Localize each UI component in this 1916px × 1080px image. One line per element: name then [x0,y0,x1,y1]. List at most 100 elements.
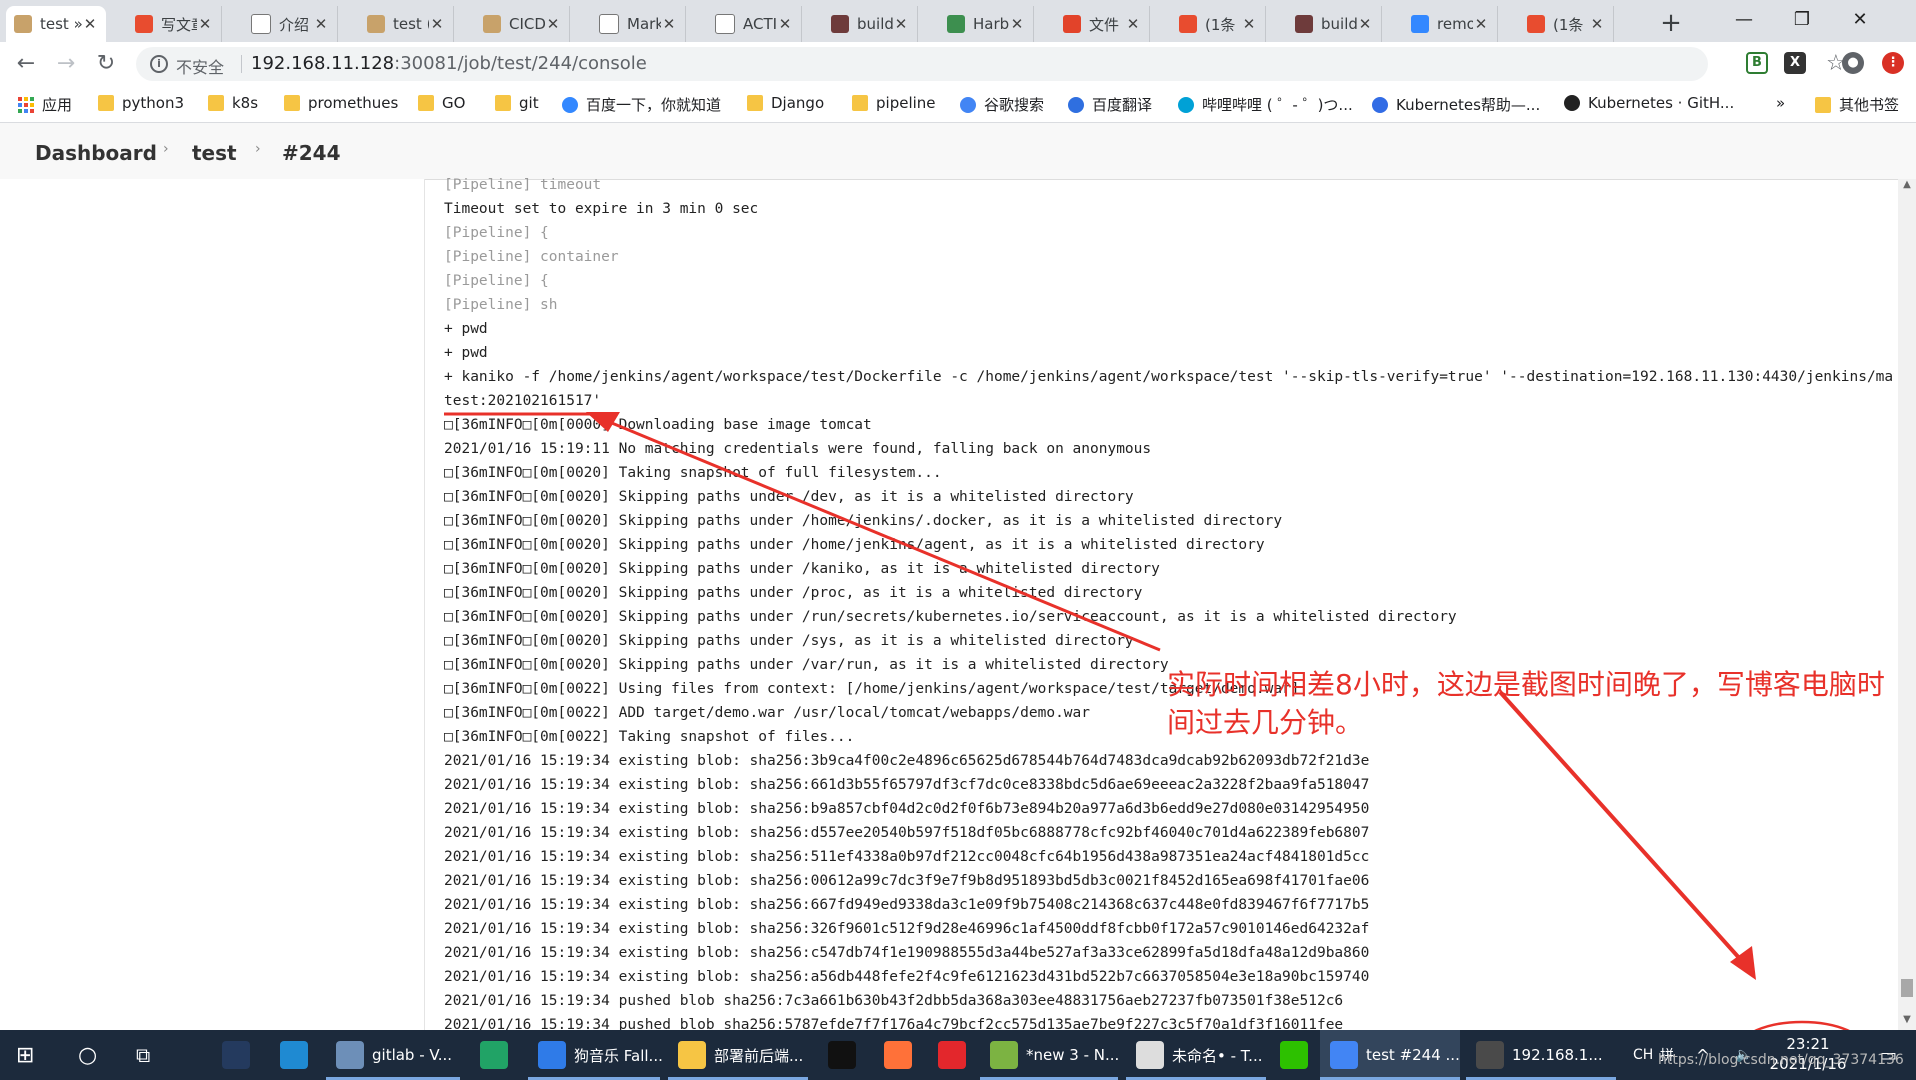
taskbar-app[interactable] [470,1030,522,1080]
extension-x-icon[interactable]: X [1784,52,1806,74]
taskbar-app[interactable]: gitlab - V... [326,1030,460,1080]
tab-close-icon[interactable]: ✕ [1241,15,1257,33]
profile-avatar-icon[interactable]: ● [1842,52,1864,74]
doc-icon [599,14,619,34]
close-window-button[interactable]: ✕ [1831,0,1889,40]
bookmark-item[interactable]: 百度翻译 [1068,94,1152,115]
taskbar-app[interactable] [874,1030,926,1080]
taskbar-app[interactable] [212,1030,264,1080]
clock-time: 23:21 [1786,1035,1830,1053]
vertical-scrollbar[interactable]: ▲ ▼ [1898,179,1916,1030]
breadcrumb-chevron-icon[interactable]: › [255,141,261,157]
tab-1[interactable]: 写文章✕ [127,6,222,42]
breadcrumb-dashboard[interactable]: Dashboard [35,141,157,165]
breadcrumb-chevron-icon[interactable]: › [163,141,169,157]
pycharm-icon [480,1041,508,1069]
csdn-icon [135,15,153,33]
taskbar-app[interactable] [270,1030,322,1080]
bookmark-item[interactable]: GO [418,94,465,112]
forward-button[interactable]: → [50,48,82,80]
taskbar-app[interactable]: *new 3 - N... [980,1030,1119,1080]
back-button[interactable]: ← [10,48,42,80]
bookmark-item[interactable]: python3 [98,94,184,112]
tab-5[interactable]: Mark ✕ [591,6,686,42]
update-menu-icon[interactable]: ⋮ [1882,52,1904,74]
taskbar-app[interactable]: 部署前后端... [668,1030,808,1080]
new-tab-button[interactable]: + [1656,8,1686,38]
tab-6[interactable]: ACTI ✕ [707,6,802,42]
tab-12[interactable]: remo ✕ [1403,6,1498,42]
bookmark-item[interactable]: promethues [284,94,398,112]
bookmark-item[interactable]: Kubernetes帮助—... [1372,94,1540,115]
console-line: [Pipeline] { [444,225,549,241]
tab-close-icon[interactable]: ✕ [1589,15,1605,33]
tab-close-icon[interactable]: ✕ [1009,15,1025,33]
tab-8[interactable]: Harb ✕ [939,6,1034,42]
bookmark-item[interactable]: 哔哩哔哩 ( ゜- ゜)つ... [1178,94,1353,115]
taskbar-app[interactable] [1270,1030,1322,1080]
maximize-button[interactable]: ❐ [1773,0,1831,40]
breadcrumb-build[interactable]: #244 [282,141,341,165]
doc-icon [251,14,271,34]
url-path: :30081/job/test/244/console [394,53,647,74]
task-view-icon[interactable]: ⧉ [136,1030,166,1080]
scroll-down-icon[interactable]: ▼ [1898,1014,1916,1030]
tab-9[interactable]: 文件 ✕ [1055,6,1150,42]
taskbar-app[interactable]: test #244 ... [1320,1030,1460,1080]
bookmark-item[interactable]: 百度一下，你就知道 [562,94,721,115]
console-line: □[36mINFO□[0m[0020] Skipping paths under… [444,633,1134,649]
breadcrumb-job[interactable]: test [192,141,237,165]
taskbar-app[interactable]: 狗音乐 Fall... [528,1030,663,1080]
search-circle-icon[interactable]: ○ [78,1030,108,1080]
tab-close-icon[interactable]: ✕ [893,15,909,33]
address-bar[interactable]: i 不安全 192.168.11.128:30081/job/test/244/… [136,47,1846,81]
taskbar-app[interactable] [928,1030,980,1080]
console-line: □[36mINFO□[0m[0020] Skipping paths under… [444,489,1134,505]
tab-close-icon[interactable]: ✕ [545,15,561,33]
minimize-button[interactable]: — [1715,0,1773,40]
tab-close-icon[interactable]: ✕ [313,15,329,33]
tab-3[interactable]: test (✕ [359,6,454,42]
start-windows-icon[interactable]: ⊞ [16,1030,46,1080]
bookmark-item[interactable]: pipeline [852,94,936,112]
bookmarks-more-button[interactable]: » [1776,94,1785,112]
tab-7[interactable]: build ✕ [823,6,918,42]
bookmark-item[interactable]: Django [747,94,824,112]
scroll-up-icon[interactable]: ▲ [1898,179,1916,195]
taskbar-app[interactable]: 192.168.1... [1466,1030,1616,1080]
tab-close-icon[interactable]: ✕ [661,15,677,33]
tab-0[interactable]: test » ✕ [6,6,106,42]
baidu-icon [562,96,578,113]
taskbar-app[interactable]: 未命名• - T... [1126,1030,1266,1080]
tab-close-icon[interactable]: ✕ [429,15,445,33]
tab-close-icon[interactable]: ✕ [1125,15,1141,33]
tab-close-icon[interactable]: ✕ [82,15,98,33]
tab-10[interactable]: (1条 ✕ [1171,6,1266,42]
bookmark-item[interactable]: 应用 [18,94,72,115]
security-status[interactable]: 不安全 [176,54,224,78]
url-text[interactable]: 192.168.11.128:30081/job/test/244/consol… [251,53,647,74]
reload-button[interactable]: ↻ [90,48,122,80]
taskbar-app[interactable] [818,1030,870,1080]
bookmark-item[interactable]: git [495,94,539,112]
csdn-icon [1179,15,1197,33]
tab-4[interactable]: CICD ✕ [475,6,570,42]
other-bookmarks[interactable]: 其他书签 [1815,94,1899,115]
ime-indicator[interactable]: CH [1633,1030,1653,1080]
scrollbar-thumb[interactable] [1901,979,1913,997]
extension-green-icon[interactable]: B [1746,52,1768,74]
folder-icon [1815,96,1831,113]
bookmark-item[interactable]: k8s [208,94,258,112]
bookmark-item[interactable]: 谷歌搜索 [960,94,1044,115]
bookmark-label: promethues [308,94,399,112]
tab-close-icon[interactable]: ✕ [1357,15,1373,33]
bookmark-label: 谷歌搜索 [984,96,1045,114]
info-icon[interactable]: i [150,55,168,73]
tab-2[interactable]: 介绍 ✕ [243,6,338,42]
bookmark-item[interactable]: Kubernetes · GitH... [1564,94,1734,112]
tab-close-icon[interactable]: ✕ [197,15,213,33]
tab-close-icon[interactable]: ✕ [777,15,793,33]
tab-11[interactable]: build ✕ [1287,6,1382,42]
tab-close-icon[interactable]: ✕ [1473,15,1489,33]
tab-13[interactable]: (1条 ✕ [1519,6,1614,42]
